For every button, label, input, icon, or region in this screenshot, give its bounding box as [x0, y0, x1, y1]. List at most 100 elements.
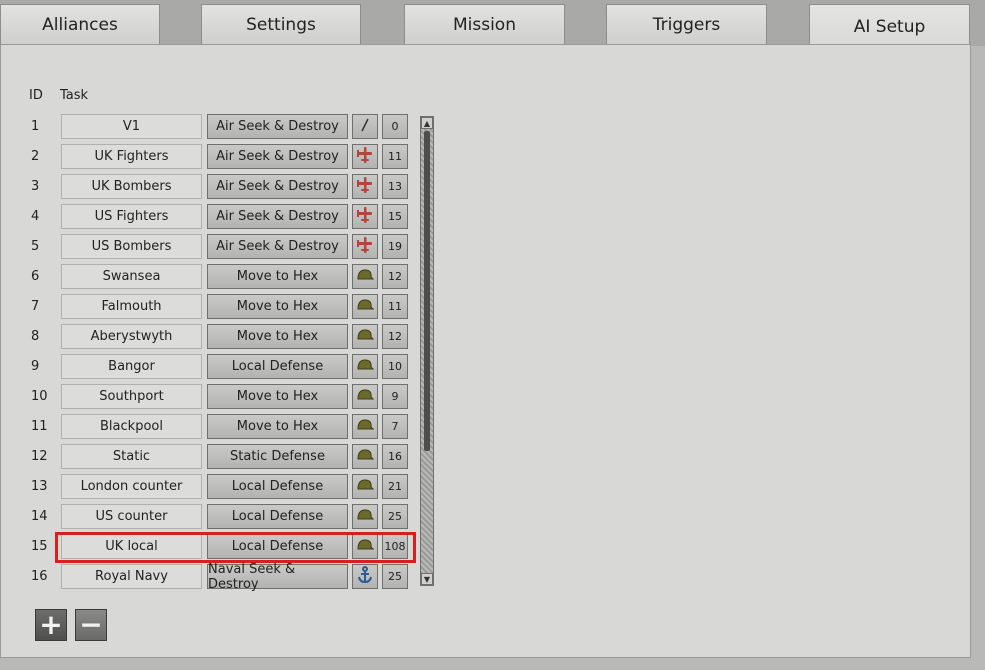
row-task-button[interactable]: Air Seek & Destroy	[207, 144, 348, 169]
row-task-button[interactable]: Static Defense	[207, 444, 348, 469]
scroll-down-arrow[interactable]: ▼	[421, 573, 433, 585]
row-task-button[interactable]: Move to Hex	[207, 294, 348, 319]
row-unit-type-button[interactable]	[352, 474, 378, 499]
row-task-button[interactable]: Local Defense	[207, 504, 348, 529]
helmet-icon	[356, 417, 375, 436]
row-count-button[interactable]: 11	[382, 294, 408, 319]
row-count-button[interactable]: 11	[382, 144, 408, 169]
row-name-field[interactable]: Royal Navy	[61, 564, 202, 589]
helmet-icon	[356, 387, 375, 406]
table-row[interactable]: 11 Blackpool Move to Hex 7	[0, 412, 440, 442]
row-name-field[interactable]: US Bombers	[61, 234, 202, 259]
tab-label: Settings	[246, 14, 316, 35]
row-unit-type-button[interactable]	[352, 294, 378, 319]
row-unit-type-button[interactable]	[352, 564, 378, 589]
row-name-field[interactable]: US Fighters	[61, 204, 202, 229]
row-task-button[interactable]: Local Defense	[207, 354, 348, 379]
row-count-button[interactable]: 16	[382, 444, 408, 469]
scroll-thumb[interactable]	[424, 131, 430, 451]
header-task: Task	[60, 88, 89, 103]
table-row[interactable]: 5 US Bombers Air Seek & Destroy 19	[0, 232, 440, 262]
row-count-button[interactable]: 7	[382, 414, 408, 439]
tab-mission[interactable]: Mission	[404, 4, 565, 44]
table-row[interactable]: 8 Aberystwyth Move to Hex 12	[0, 322, 440, 352]
row-name-field[interactable]: Southport	[61, 384, 202, 409]
row-name-field[interactable]: V1	[61, 114, 202, 139]
tab-settings[interactable]: Settings	[201, 4, 361, 44]
row-unit-type-button[interactable]	[352, 174, 378, 199]
table-row[interactable]: 3 UK Bombers Air Seek & Destroy 13	[0, 172, 440, 202]
table-row[interactable]: 10 Southport Move to Hex 9	[0, 382, 440, 412]
row-task-button[interactable]: Air Seek & Destroy	[207, 174, 348, 199]
row-task-button[interactable]: Air Seek & Destroy	[207, 114, 348, 139]
helmet-icon	[356, 357, 375, 376]
row-count-button[interactable]: 10	[382, 354, 408, 379]
row-unit-type-button[interactable]	[352, 414, 378, 439]
row-unit-type-button[interactable]	[352, 114, 378, 139]
row-count-button[interactable]: 13	[382, 174, 408, 199]
row-task-button[interactable]: Naval Seek & Destroy	[207, 562, 348, 592]
row-unit-type-button[interactable]	[352, 204, 378, 229]
table-row[interactable]: 1 V1 Air Seek & Destroy 0	[0, 112, 440, 142]
row-unit-type-button[interactable]	[352, 504, 378, 529]
row-name-field[interactable]: Falmouth	[61, 294, 202, 319]
plus-icon: +	[39, 608, 63, 641]
table-row[interactable]: 9 Bangor Local Defense 10	[0, 352, 440, 382]
row-name-field[interactable]: Blackpool	[61, 414, 202, 439]
row-id: 9	[31, 359, 40, 374]
row-count-button[interactable]: 21	[382, 474, 408, 499]
row-task-button[interactable]: Move to Hex	[207, 324, 348, 349]
tab-ai-setup[interactable]: AI Setup	[809, 4, 970, 48]
row-name-field[interactable]: UK Bombers	[61, 174, 202, 199]
row-unit-type-button[interactable]	[352, 264, 378, 289]
row-count-button[interactable]: 12	[382, 264, 408, 289]
row-count-button[interactable]: 19	[382, 234, 408, 259]
row-count-button[interactable]: 25	[382, 504, 408, 529]
row-count-button[interactable]: 15	[382, 204, 408, 229]
remove-button[interactable]: −	[75, 609, 107, 641]
row-count-button[interactable]: 25	[382, 564, 408, 589]
table-row[interactable]: 12 Static Static Defense 16	[0, 442, 440, 472]
row-unit-type-button[interactable]	[352, 444, 378, 469]
row-task-button[interactable]: Move to Hex	[207, 384, 348, 409]
helmet-icon	[356, 447, 375, 466]
table-row[interactable]: 6 Swansea Move to Hex 12	[0, 262, 440, 292]
row-unit-type-button[interactable]	[352, 234, 378, 259]
row-name-field[interactable]: US counter	[61, 504, 202, 529]
table-row[interactable]: 4 US Fighters Air Seek & Destroy 15	[0, 202, 440, 232]
table-row[interactable]: 13 London counter Local Defense 21	[0, 472, 440, 502]
row-task-button[interactable]: Move to Hex	[207, 414, 348, 439]
row-id: 16	[31, 569, 48, 584]
row-name-field[interactable]: London counter	[61, 474, 202, 499]
row-unit-type-button[interactable]	[352, 144, 378, 169]
row-unit-type-button[interactable]	[352, 324, 378, 349]
row-task-button[interactable]: Air Seek & Destroy	[207, 204, 348, 229]
row-name-field[interactable]: UK Fighters	[61, 144, 202, 169]
row-unit-type-button[interactable]	[352, 354, 378, 379]
helmet-icon	[356, 297, 375, 316]
add-button[interactable]: +	[35, 609, 67, 641]
row-task-button[interactable]: Move to Hex	[207, 264, 348, 289]
row-count-button[interactable]: 0	[382, 114, 408, 139]
table-row[interactable]: 14 US counter Local Defense 25	[0, 502, 440, 532]
row-count-button[interactable]: 12	[382, 324, 408, 349]
table-row[interactable]: 16 Royal Navy Naval Seek & Destroy 25	[0, 562, 440, 592]
row-name-field[interactable]: Static	[61, 444, 202, 469]
minus-icon: −	[79, 608, 103, 641]
row-unit-type-button[interactable]	[352, 384, 378, 409]
scroll-up-arrow[interactable]: ▲	[421, 117, 433, 129]
helmet-icon	[356, 327, 375, 346]
row-id: 14	[31, 509, 48, 524]
tab-alliances[interactable]: Alliances	[0, 4, 160, 44]
row-name-field[interactable]: Bangor	[61, 354, 202, 379]
table-row[interactable]: 2 UK Fighters Air Seek & Destroy 11	[0, 142, 440, 172]
row-task-button[interactable]: Local Defense	[207, 474, 348, 499]
row-task-button[interactable]: Air Seek & Destroy	[207, 234, 348, 259]
table-row[interactable]: 7 Falmouth Move to Hex 11	[0, 292, 440, 322]
row-count-button[interactable]: 9	[382, 384, 408, 409]
row-id: 1	[31, 119, 40, 134]
row-name-field[interactable]: Aberystwyth	[61, 324, 202, 349]
tab-triggers[interactable]: Triggers	[606, 4, 767, 44]
row-name-field[interactable]: Swansea	[61, 264, 202, 289]
scrollbar[interactable]: ▲ ▼	[420, 116, 434, 586]
